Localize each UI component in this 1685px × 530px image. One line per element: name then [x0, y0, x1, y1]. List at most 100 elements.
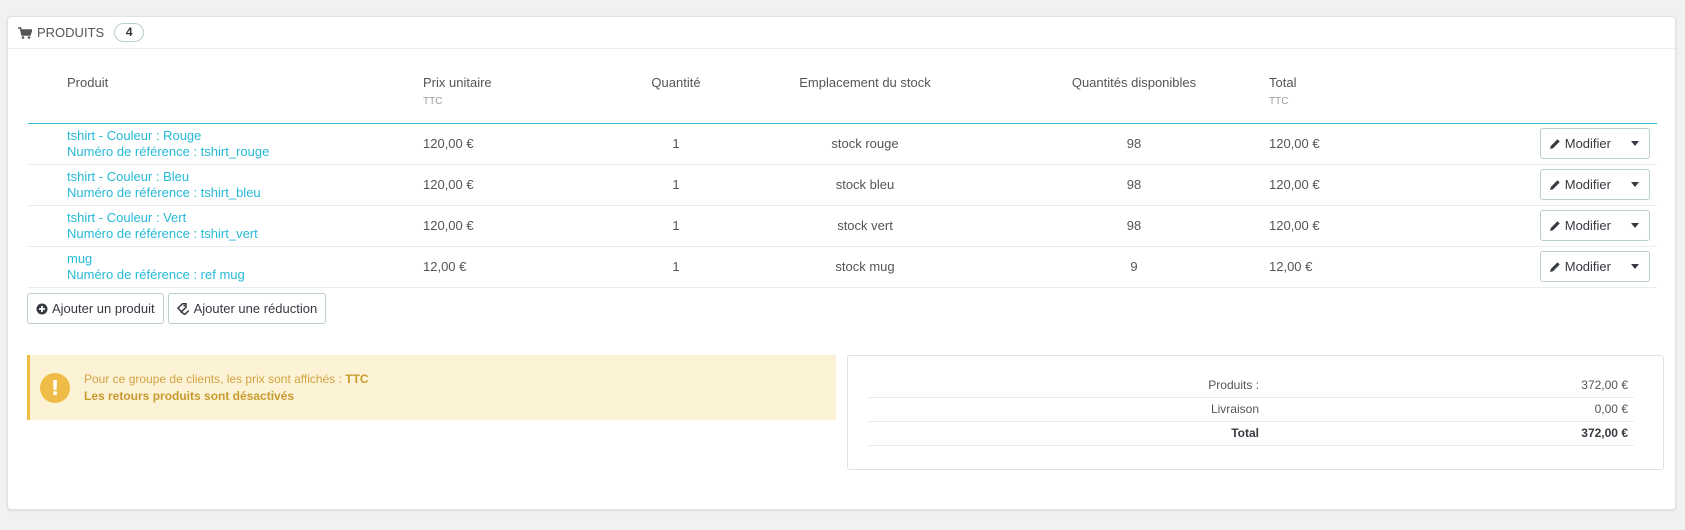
- available-quantity-cell: 98: [999, 205, 1269, 247]
- modify-dropdown-toggle[interactable]: [1621, 211, 1649, 240]
- product-reference-link[interactable]: Numéro de référence : tshirt_bleu: [67, 185, 423, 201]
- total-cell: 120,00 €: [1269, 205, 1459, 247]
- summary-products-value: 372,00 €: [1259, 373, 1634, 398]
- summary-row-products: Produits : 372,00 €: [867, 373, 1634, 398]
- price-display-alert: ! Pour ce groupe de clients, les prix so…: [27, 355, 836, 420]
- add-product-button[interactable]: Ajouter un produit: [27, 293, 164, 324]
- product-name-link[interactable]: tshirt - Couleur : Vert: [67, 210, 423, 226]
- col-header-unit-price: Prix unitaire TTC: [423, 67, 621, 124]
- stock-location-cell: stock bleu: [731, 164, 999, 206]
- modify-dropdown-toggle[interactable]: [1621, 170, 1649, 199]
- quantity-cell: 1: [621, 205, 731, 247]
- modify-button-label: Modifier: [1564, 136, 1611, 151]
- modify-button-label: Modifier: [1564, 218, 1611, 233]
- modify-button-group: Modifier: [1539, 210, 1650, 241]
- modify-button[interactable]: Modifier: [1541, 211, 1621, 240]
- product-reference-link[interactable]: Numéro de référence : ref mug: [67, 267, 423, 283]
- modify-button-group: Modifier: [1539, 128, 1650, 159]
- plus-circle-icon: [36, 303, 48, 314]
- modify-button[interactable]: Modifier: [1541, 170, 1621, 199]
- col-header-location: Emplacement du stock: [731, 67, 999, 124]
- table-header-row: Produit Prix unitaire TTC Quantité Emplac…: [28, 67, 1657, 124]
- col-header-product: Produit: [28, 67, 423, 124]
- modify-button-group: Modifier: [1539, 169, 1650, 200]
- stock-location-cell: stock vert: [731, 205, 999, 247]
- stock-location-cell: stock mug: [731, 246, 999, 288]
- summary-products-label: Produits :: [867, 373, 1259, 398]
- pencil-icon: [1549, 261, 1560, 272]
- actions-cell: Modifier: [1459, 164, 1657, 206]
- shopping-cart-icon: [18, 26, 32, 39]
- panel-heading: Produits 4: [8, 17, 1675, 49]
- exclamation-icon: !: [40, 372, 70, 403]
- pencil-icon: [1549, 138, 1560, 149]
- summary-table: Produits : 372,00 € Livraison 0,00 € Tot…: [867, 373, 1634, 446]
- col-header-total: Total TTC: [1269, 67, 1459, 124]
- modify-dropdown-toggle[interactable]: [1621, 252, 1649, 281]
- col-header-quantity: Quantité: [621, 67, 731, 124]
- add-discount-label: Ajouter une réduction: [193, 301, 318, 316]
- product-name-link[interactable]: tshirt - Couleur : Rouge: [67, 128, 423, 144]
- table-row: tshirt - Couleur : Bleu Numéro de référe…: [28, 164, 1657, 206]
- alert-price-mode: TTC: [345, 371, 369, 386]
- product-cell: tshirt - Couleur : Bleu Numéro de référe…: [28, 164, 423, 206]
- product-name-link[interactable]: mug: [67, 251, 423, 267]
- products-count-badge: 4: [114, 23, 145, 42]
- col-header-unit-price-sub: TTC: [423, 96, 443, 107]
- unit-price-cell: 12,00 €: [423, 246, 621, 288]
- modify-button[interactable]: Modifier: [1541, 129, 1621, 158]
- actions-cell: Modifier: [1459, 205, 1657, 247]
- summary-shipping-label: Livraison: [867, 397, 1259, 422]
- products-table: Produit Prix unitaire TTC Quantité Emplac…: [28, 67, 1657, 288]
- products-panel: Produits 4 Produit Prix unitaire TTC Quan…: [7, 16, 1676, 510]
- table-row: tshirt - Couleur : Rouge Numéro de référ…: [28, 123, 1657, 165]
- product-actions-row: Ajouter un produit Ajouter une réduction: [27, 293, 327, 324]
- product-reference-link[interactable]: Numéro de référence : tshirt_rouge: [67, 144, 423, 160]
- available-quantity-cell: 9: [999, 246, 1269, 288]
- add-product-label: Ajouter un produit: [52, 301, 155, 316]
- pencil-icon: [1549, 220, 1560, 231]
- modify-button-label: Modifier: [1564, 177, 1611, 192]
- alert-text: Pour ce groupe de clients, les prix sont…: [84, 371, 369, 405]
- actions-cell: Modifier: [1459, 123, 1657, 165]
- total-cell: 120,00 €: [1269, 164, 1459, 206]
- product-reference-link[interactable]: Numéro de référence : tshirt_vert: [67, 226, 423, 242]
- table-row: mug Numéro de référence : ref mug 12,00 …: [28, 246, 1657, 288]
- modify-button-group: Modifier: [1539, 251, 1650, 282]
- caret-down-icon: [1631, 223, 1639, 228]
- product-cell: mug Numéro de référence : ref mug: [28, 246, 423, 288]
- unit-price-cell: 120,00 €: [423, 123, 621, 165]
- caret-down-icon: [1631, 264, 1639, 269]
- order-summary: Produits : 372,00 € Livraison 0,00 € Tot…: [847, 355, 1664, 470]
- modify-dropdown-toggle[interactable]: [1621, 129, 1649, 158]
- summary-total-value: 372,00 €: [1259, 421, 1634, 446]
- product-cell: tshirt - Couleur : Rouge Numéro de référ…: [28, 123, 423, 165]
- table-row: tshirt - Couleur : Vert Numéro de référe…: [28, 205, 1657, 247]
- col-header-available: Quantités disponibles: [999, 67, 1269, 124]
- quantity-cell: 1: [621, 123, 731, 165]
- caret-down-icon: [1631, 182, 1639, 187]
- pencil-icon: [1549, 179, 1560, 190]
- product-cell: tshirt - Couleur : Vert Numéro de référe…: [28, 205, 423, 247]
- summary-total-label: Total: [867, 421, 1259, 446]
- alert-line-1: Pour ce groupe de clients, les prix sont…: [84, 371, 369, 386]
- total-cell: 12,00 €: [1269, 246, 1459, 288]
- col-header-actions: [1459, 67, 1657, 124]
- modify-button-label: Modifier: [1564, 259, 1611, 274]
- total-cell: 120,00 €: [1269, 123, 1459, 165]
- tags-icon: [176, 302, 189, 315]
- alert-line-2: Les retours produits sont désactivés: [84, 388, 295, 403]
- modify-button[interactable]: Modifier: [1541, 252, 1621, 281]
- unit-price-cell: 120,00 €: [423, 164, 621, 206]
- stock-location-cell: stock rouge: [731, 123, 999, 165]
- summary-row-shipping: Livraison 0,00 €: [867, 397, 1634, 422]
- actions-cell: Modifier: [1459, 246, 1657, 288]
- summary-shipping-value: 0,00 €: [1259, 397, 1634, 422]
- quantity-cell: 1: [621, 164, 731, 206]
- col-header-total-sub: TTC: [1269, 96, 1289, 107]
- product-name-link[interactable]: tshirt - Couleur : Bleu: [67, 169, 423, 185]
- add-discount-button[interactable]: Ajouter une réduction: [167, 293, 327, 324]
- available-quantity-cell: 98: [999, 123, 1269, 165]
- caret-down-icon: [1631, 141, 1639, 146]
- unit-price-cell: 120,00 €: [423, 205, 621, 247]
